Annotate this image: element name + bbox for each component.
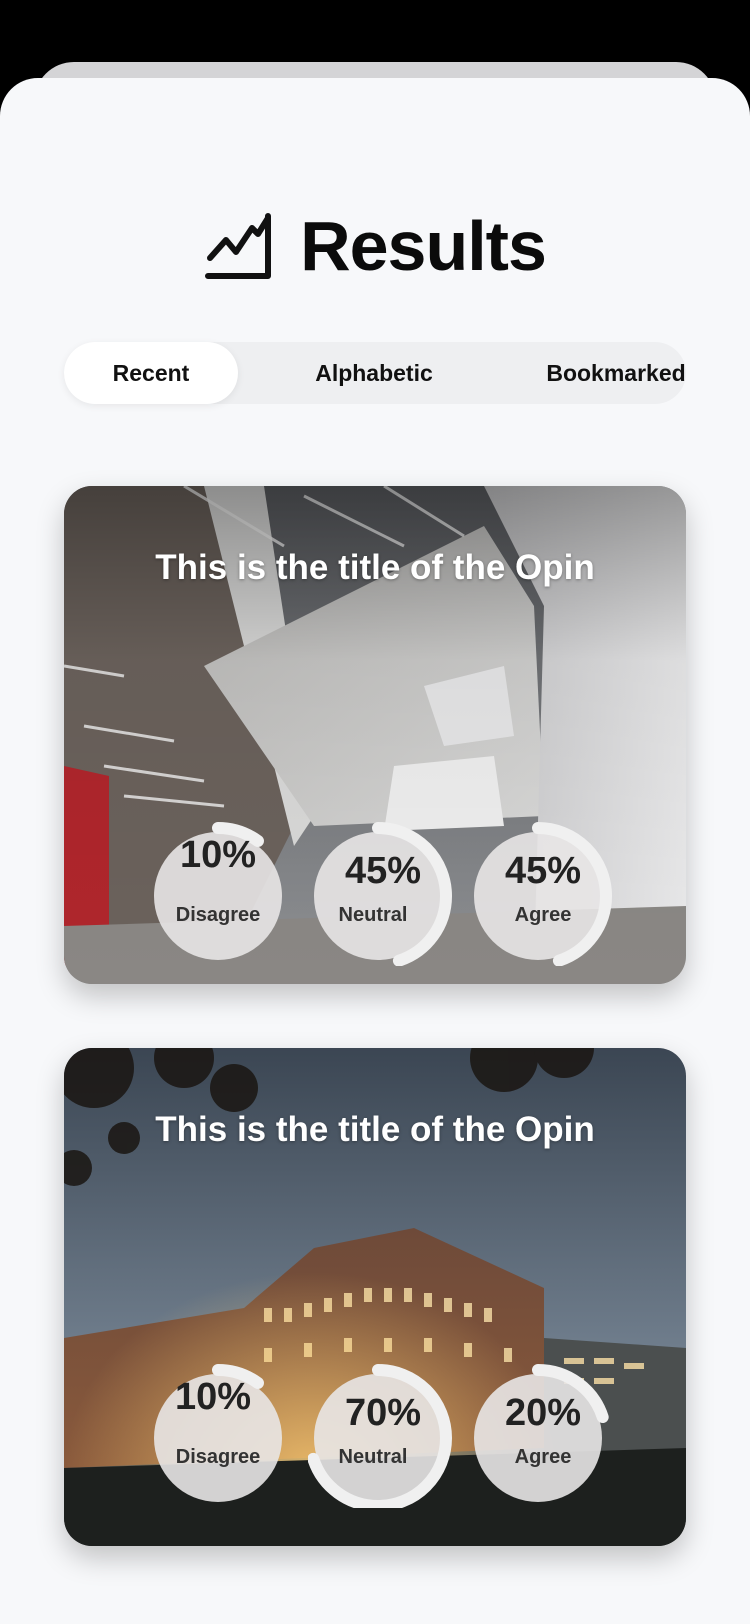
stat-label: Neutral xyxy=(338,904,408,926)
card-title: This is the title of the Opin xyxy=(155,1110,595,1149)
stat-percent: 45% xyxy=(344,850,422,892)
results-screen: Results Recent Alphabetic Bookmarked Thi… xyxy=(0,78,750,1624)
stat-label: Disagree xyxy=(175,904,261,926)
stat-percent: 10% xyxy=(179,834,257,876)
stat-disagree: 10% Disagree xyxy=(148,816,298,966)
page-header: Results xyxy=(0,196,750,296)
stat-label: Disagree xyxy=(175,1446,261,1468)
stat-disagree: 10% Disagree xyxy=(148,1358,298,1508)
opinion-card[interactable]: This is the title of the Opin 10% Disagr… xyxy=(64,1048,686,1546)
stat-label: Neutral xyxy=(338,1446,408,1468)
page-title: Results xyxy=(300,207,547,285)
stat-agree: 45% Agree xyxy=(468,816,618,966)
stat-neutral: 70% Neutral xyxy=(308,1358,458,1508)
opinion-card[interactable]: This is the title of the Opin 10% Disagr… xyxy=(64,486,686,984)
stat-agree: 20% Agree xyxy=(468,1358,618,1508)
tab-alphabetic[interactable]: Alphabetic xyxy=(284,342,464,404)
sort-segmented-control: Recent Alphabetic Bookmarked xyxy=(64,342,686,404)
stat-percent: 45% xyxy=(504,850,582,892)
stat-neutral: 45% Neutral xyxy=(308,816,458,966)
stat-percent: 20% xyxy=(504,1392,582,1434)
tab-bookmarked[interactable]: Bookmarked xyxy=(526,342,706,404)
stat-label: Agree xyxy=(514,904,572,926)
card-title: This is the title of the Opin xyxy=(155,548,595,587)
stat-label: Agree xyxy=(514,1446,572,1468)
stat-percent: 10% xyxy=(174,1376,252,1418)
tab-recent[interactable]: Recent xyxy=(64,342,238,404)
chart-trend-icon xyxy=(204,212,272,280)
stat-percent: 70% xyxy=(344,1392,422,1434)
